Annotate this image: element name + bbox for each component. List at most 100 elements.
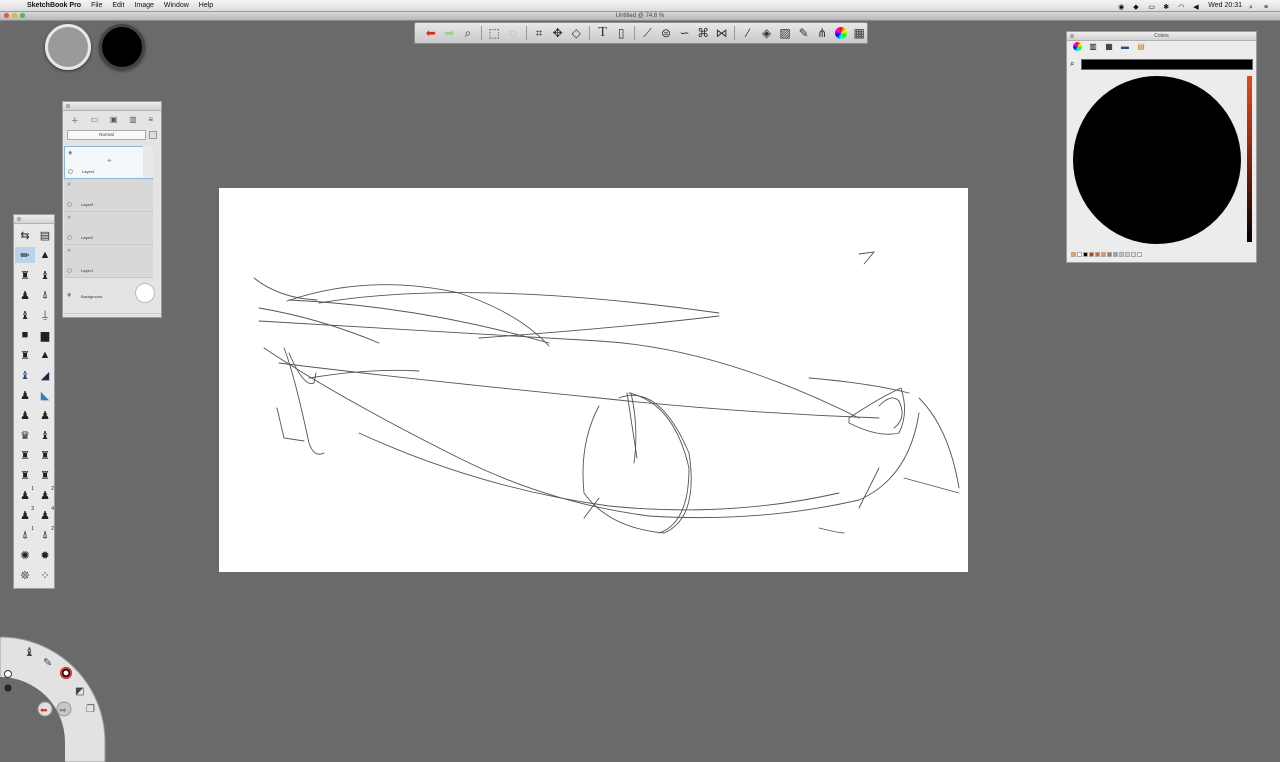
menu-window[interactable]: Window <box>164 0 189 11</box>
layer-radio[interactable] <box>67 202 72 207</box>
brightness-slider[interactable] <box>1247 76 1252 242</box>
blue-marker-icon[interactable]: ♝ <box>15 367 35 383</box>
symmetry-icon[interactable]: ⋈ <box>714 24 730 42</box>
crop-icon[interactable]: ⌗ <box>531 24 547 42</box>
layer-row[interactable]: ✕ Layer1 <box>64 245 153 278</box>
color-chip[interactable] <box>1137 252 1142 257</box>
lock-transparency-checkbox[interactable] <box>149 130 157 139</box>
perspective-icon[interactable]: ◇ <box>568 24 584 42</box>
close-icon[interactable] <box>66 104 70 108</box>
lasso-icon[interactable]: ◌ <box>505 24 521 42</box>
perspective-grid-icon[interactable]: ⌘ <box>695 24 711 42</box>
paint-brush-icon[interactable]: ▆ <box>35 327 55 343</box>
layer-radio[interactable] <box>68 169 73 174</box>
menu-image[interactable]: Image <box>134 0 153 11</box>
color-chip[interactable] <box>1125 252 1130 257</box>
shape-icon[interactable]: ◈ <box>759 24 775 42</box>
preset-brush-1-icon[interactable]: ♟ 1 <box>15 486 35 503</box>
select-icon[interactable]: ⬚ <box>486 24 502 42</box>
color-chip[interactable] <box>1089 252 1094 257</box>
eye-icon[interactable]: ◉ <box>67 292 71 298</box>
secondary-color-swatch[interactable] <box>99 24 145 70</box>
add-image-icon[interactable]: ▣ <box>110 115 118 126</box>
color-chip[interactable] <box>1113 252 1118 257</box>
record-icon[interactable]: ◉ <box>1118 2 1126 11</box>
airbrush-icon[interactable]: ■ <box>15 327 35 343</box>
redo-icon[interactable]: ➡ <box>442 24 458 42</box>
eraser-icon[interactable]: ♜ <box>15 447 35 463</box>
dots-brush-icon[interactable]: ⁘ <box>35 567 55 583</box>
hidden-eye-icon[interactable]: ✕ <box>67 248 71 254</box>
spotlight-icon[interactable]: ⌕ <box>1249 2 1257 11</box>
texture-brush-icon[interactable]: ✹ <box>35 547 55 563</box>
clock[interactable]: Wed 20:31 <box>1208 0 1242 11</box>
dark-marker-icon[interactable]: ◢ <box>35 367 55 383</box>
layer-editor-icon[interactable]: ▦ <box>851 24 867 42</box>
blue-brush-icon[interactable]: ◣ <box>35 387 55 403</box>
background-color-thumb[interactable] <box>135 283 155 303</box>
color-chip[interactable] <box>1071 252 1076 257</box>
primary-color-swatch[interactable] <box>45 24 91 70</box>
sliders-tab-icon[interactable]: ▥ <box>1087 42 1099 52</box>
splatter-brush-icon[interactable]: ✺ <box>15 547 35 563</box>
color-wheel-tab-icon[interactable] <box>1071 42 1083 52</box>
trash-icon[interactable]: ▥ <box>129 115 137 126</box>
color-chip[interactable] <box>1095 252 1100 257</box>
flat-brush-icon[interactable]: ♛ <box>15 427 35 443</box>
fill-icon[interactable]: ▨ <box>777 24 793 42</box>
blend-mode-select[interactable]: Normal <box>67 129 146 140</box>
marker-brush-icon[interactable]: ♜ <box>15 267 35 283</box>
ink-pen-icon[interactable]: ♝ <box>15 307 35 323</box>
layer-radio[interactable] <box>67 268 72 273</box>
ballpoint-brush-icon[interactable]: ▲ <box>35 247 55 263</box>
display-icon[interactable]: ▭ <box>1148 2 1156 11</box>
pencil-brush-icon[interactable]: ✏ <box>15 247 35 263</box>
preset-pen-2-icon[interactable]: ⍋ 2 <box>35 526 55 543</box>
stroke-icon[interactable]: ⁄ <box>740 24 756 42</box>
menu-file[interactable]: File <box>91 0 102 11</box>
import-icon[interactable]: ▯ <box>613 24 629 42</box>
preset-brush-2-icon[interactable]: ♟ 2 <box>35 486 55 503</box>
layer-row[interactable]: ✕ Layer2 <box>64 212 153 245</box>
brush-properties-icon[interactable]: ⋔ <box>814 24 830 42</box>
bluetooth-icon[interactable]: ✱ <box>1163 2 1171 11</box>
add-layer-icon[interactable]: ＋ <box>71 115 79 126</box>
color-chip[interactable] <box>1107 252 1112 257</box>
search-icon[interactable]: ⌕ <box>1070 59 1074 69</box>
lagoon-radial-menu[interactable]: ♝ ✎ ◩ ⬅ ➡ ❐ <box>0 632 110 762</box>
color-chip[interactable] <box>1131 252 1136 257</box>
smudge-icon[interactable]: ♟ <box>15 407 35 423</box>
hidden-eye-icon[interactable]: ✕ <box>67 182 71 188</box>
pencil-icon[interactable]: ✎ <box>796 24 812 42</box>
background-layer-row[interactable]: ◉ Background <box>64 278 161 314</box>
tech-pen-icon[interactable]: ⍊ <box>35 307 55 323</box>
wifi-icon[interactable]: ◠ <box>1178 2 1186 11</box>
notifications-icon[interactable]: ≡ <box>1264 2 1272 11</box>
color-chip[interactable] <box>1119 252 1124 257</box>
dropbox-icon[interactable]: ◆ <box>1133 2 1141 11</box>
swatches-tab-icon[interactable]: ▬ <box>1119 42 1131 52</box>
layer-row[interactable]: ✕ Layer3 <box>64 179 153 212</box>
hard-eraser-icon[interactable]: ♜ <box>35 447 55 463</box>
layer-row[interactable]: ◉ ⌖ Layer4 <box>64 146 153 179</box>
preset-brush-4-icon[interactable]: ♟ 4 <box>35 506 55 523</box>
soft-marker-icon[interactable]: ♟ <box>15 387 35 403</box>
chisel-brush-icon[interactable]: ♟ <box>15 287 35 303</box>
blur-icon[interactable]: ♟ <box>35 407 55 423</box>
color-chip[interactable] <box>1101 252 1106 257</box>
move-icon[interactable]: ✥ <box>550 24 566 42</box>
color-chip[interactable] <box>1077 252 1082 257</box>
layer-radio[interactable] <box>67 235 72 240</box>
menu-app-name[interactable]: SketchBook Pro <box>27 0 81 11</box>
brush-library-icon[interactable]: ▤ <box>35 227 55 243</box>
preset-pen-1-icon[interactable]: ⍋ 1 <box>15 526 35 543</box>
french-curve-icon[interactable]: ∽ <box>677 24 693 42</box>
current-color-bar[interactable] <box>1081 59 1253 70</box>
color-wheel-icon[interactable] <box>833 24 849 42</box>
color-wheel[interactable] <box>1073 76 1241 244</box>
volume-icon[interactable]: ◀ <box>1193 2 1201 11</box>
color-chip[interactable] <box>1083 252 1088 257</box>
eye-icon[interactable]: ◉ <box>68 150 72 156</box>
layer-opacity-control[interactable] <box>143 146 153 178</box>
ellipse-icon[interactable]: ⊜ <box>658 24 674 42</box>
